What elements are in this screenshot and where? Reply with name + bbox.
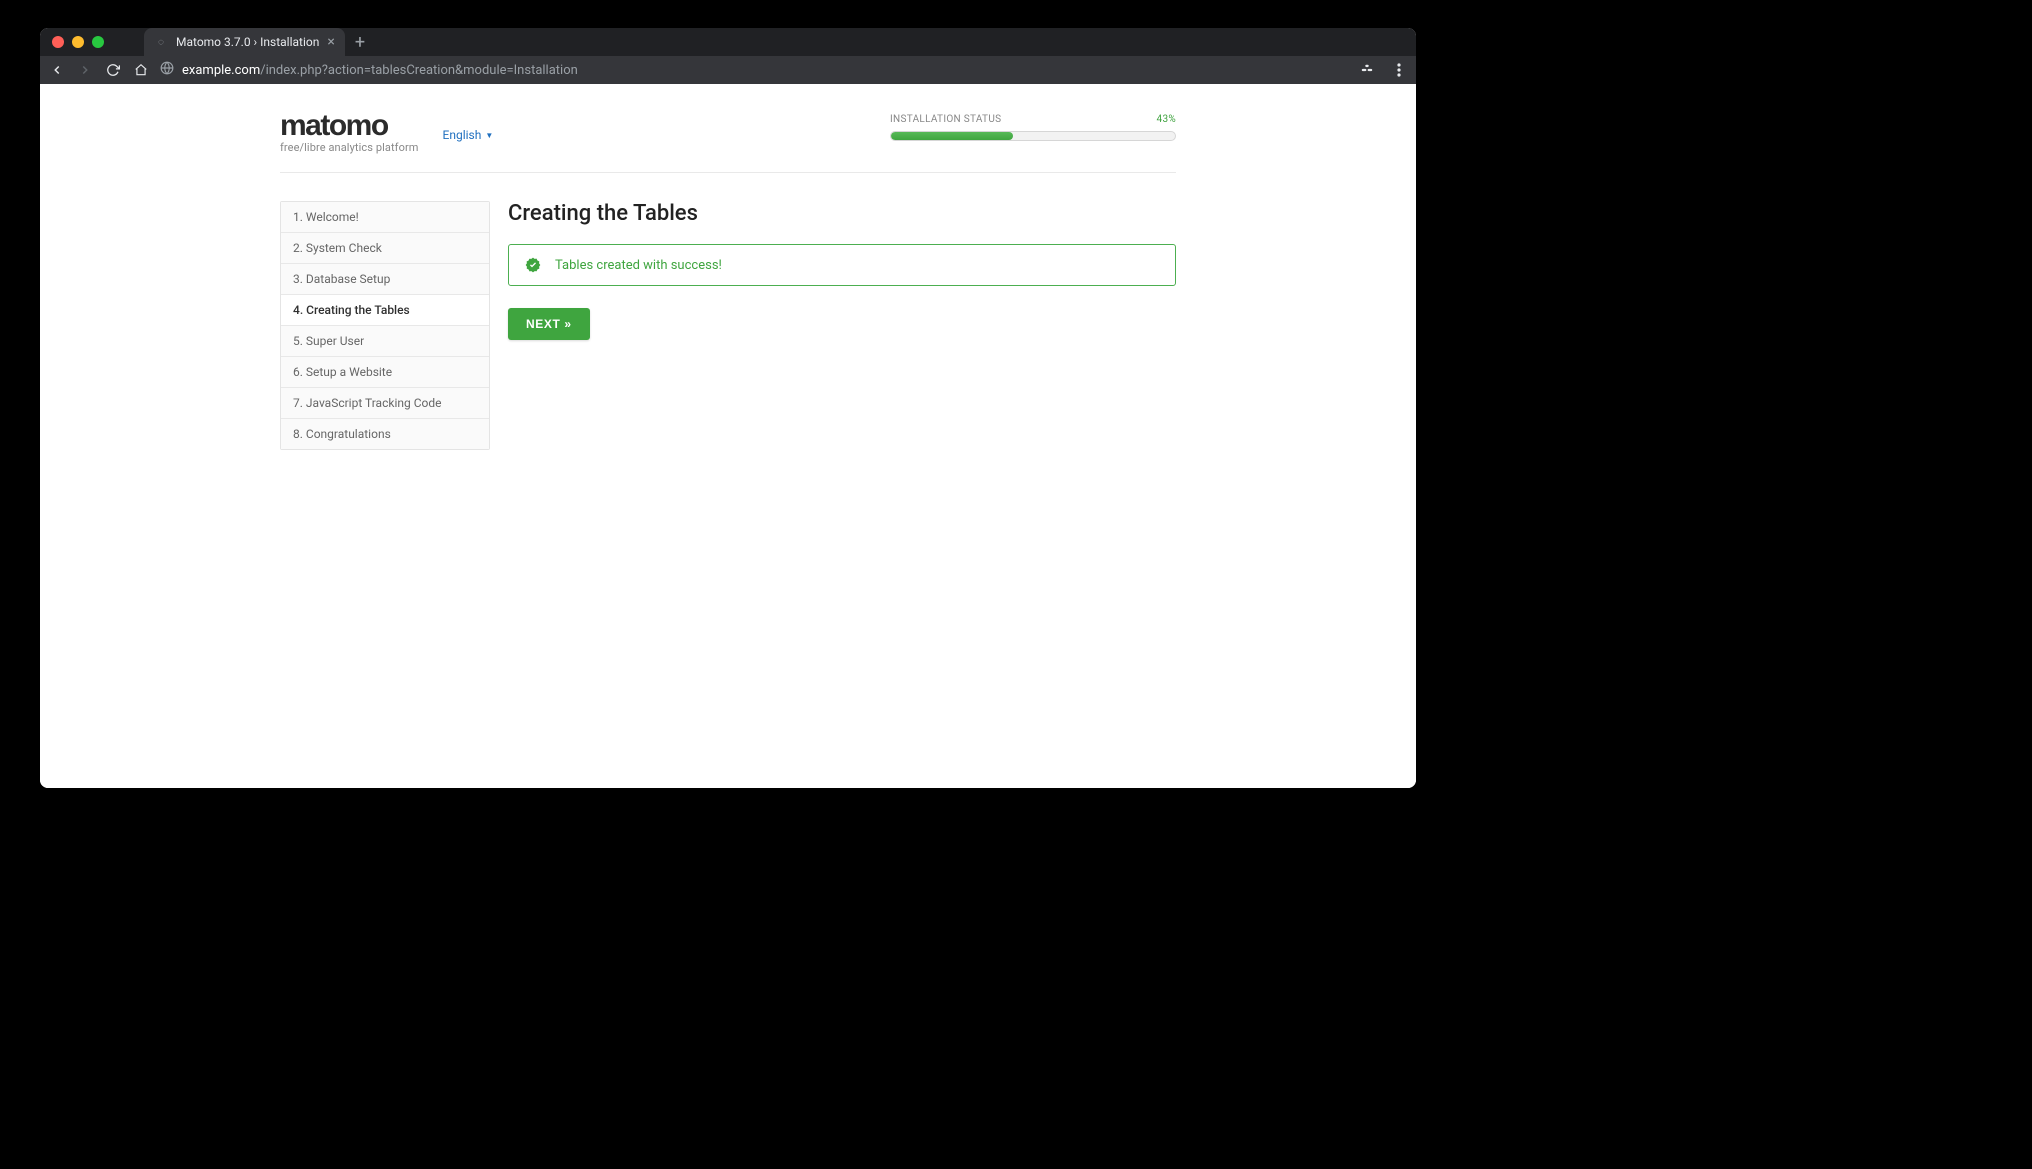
chevron-down-icon: ▼ [485, 131, 493, 140]
step-item-5[interactable]: 5. Super User [281, 326, 489, 357]
status-label: INSTALLATION STATUS [890, 114, 1001, 125]
logo-text: matomo [280, 112, 419, 139]
new-tab-button[interactable]: + [355, 32, 365, 53]
page-title: Creating the Tables [508, 201, 1176, 226]
home-button[interactable] [132, 61, 150, 79]
forward-button[interactable] [76, 61, 94, 79]
titlebar: ◌ Matomo 3.7.0 › Installation × + [40, 28, 1416, 56]
url-path: /index.php?action=tablesCreation&module=… [260, 63, 578, 78]
step-item-3[interactable]: 3. Database Setup [281, 264, 489, 295]
maximize-window-icon[interactable] [92, 36, 104, 48]
url-host: example.com [182, 63, 260, 78]
url-field[interactable]: example.com/index.php?action=tablesCreat… [160, 61, 1348, 79]
reload-button[interactable] [104, 61, 122, 79]
menu-button[interactable] [1390, 61, 1408, 79]
step-item-6[interactable]: 6. Setup a Website [281, 357, 489, 388]
step-item-4[interactable]: 4. Creating the Tables [281, 295, 489, 326]
step-item-1[interactable]: 1. Welcome! [281, 202, 489, 233]
back-button[interactable] [48, 61, 66, 79]
page-content: matomo free/libre analytics platform Eng… [40, 84, 1416, 788]
steps-sidebar: 1. Welcome!2. System Check3. Database Se… [280, 201, 490, 450]
toggle-icon[interactable] [1358, 61, 1376, 79]
brand: matomo free/libre analytics platform [280, 112, 419, 154]
language-selector[interactable]: English ▼ [443, 128, 494, 142]
main-panel: Creating the Tables Tables created with … [508, 201, 1176, 340]
tagline: free/libre analytics platform [280, 141, 419, 154]
address-bar: example.com/index.php?action=tablesCreat… [40, 56, 1416, 84]
favicon-icon: ◌ [154, 35, 168, 49]
next-button-label: NEXT [526, 317, 560, 331]
page-header: matomo free/libre analytics platform Eng… [280, 112, 1176, 173]
step-item-7[interactable]: 7. JavaScript Tracking Code [281, 388, 489, 419]
step-item-8[interactable]: 8. Congratulations [281, 419, 489, 449]
language-label: English [443, 128, 482, 142]
minimize-window-icon[interactable] [72, 36, 84, 48]
tab-title: Matomo 3.7.0 › Installation [176, 35, 319, 49]
installation-status: INSTALLATION STATUS 43% [890, 114, 1176, 141]
progress-bar [890, 131, 1176, 141]
check-badge-icon [525, 257, 541, 273]
progress-fill [891, 132, 1013, 140]
success-message: Tables created with success! [555, 258, 722, 273]
browser-window: ◌ Matomo 3.7.0 › Installation × + exampl… [40, 28, 1416, 788]
site-info-icon[interactable] [160, 61, 174, 79]
status-percent: 43% [1157, 114, 1176, 125]
raquo-icon: » [564, 317, 571, 331]
browser-tab[interactable]: ◌ Matomo 3.7.0 › Installation × [144, 28, 345, 56]
tab-close-icon[interactable]: × [327, 34, 334, 50]
next-button[interactable]: NEXT » [508, 308, 590, 340]
close-window-icon[interactable] [52, 36, 64, 48]
window-controls [52, 36, 104, 48]
step-item-2[interactable]: 2. System Check [281, 233, 489, 264]
success-alert: Tables created with success! [508, 244, 1176, 286]
